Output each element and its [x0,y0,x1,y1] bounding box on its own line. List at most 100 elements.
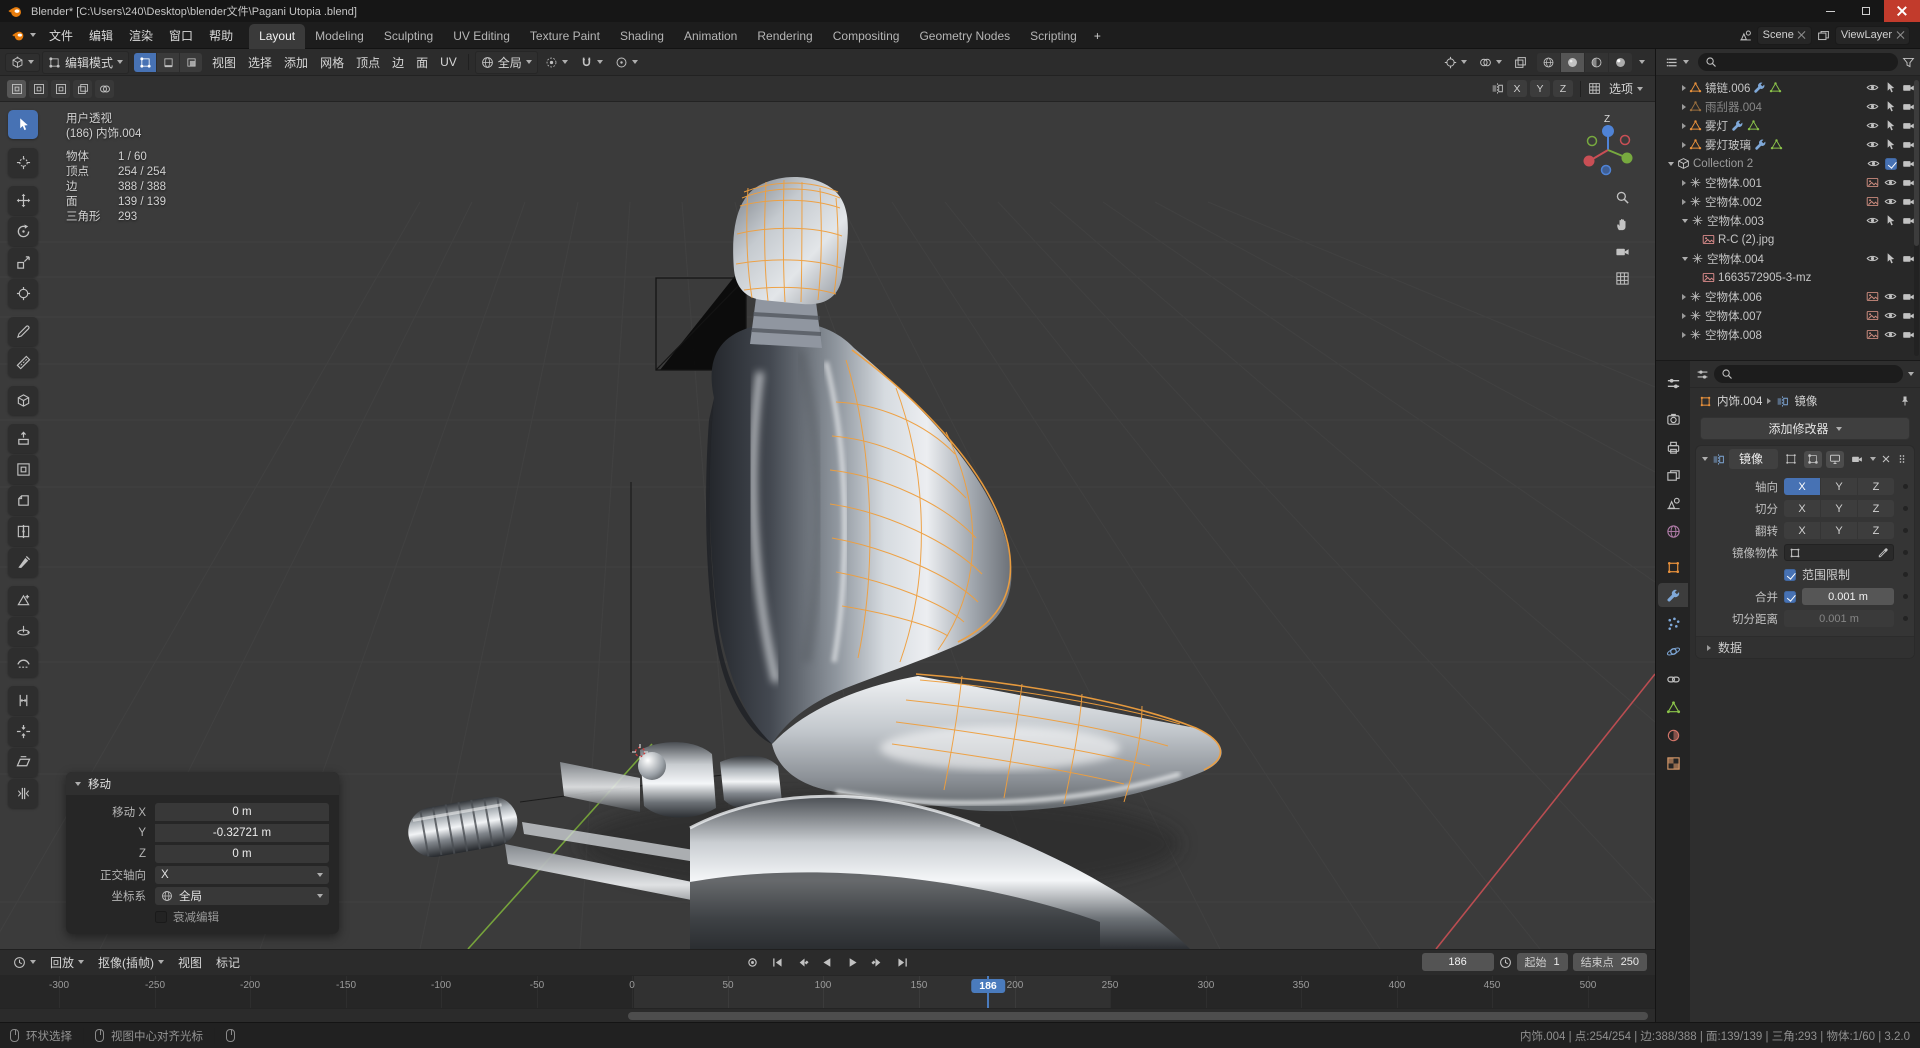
outliner-row[interactable]: 空物体.008 [1656,325,1920,344]
tab-render[interactable] [1658,407,1688,431]
menu-render[interactable]: 渲染 [121,24,161,47]
edit-mode-display-toggle[interactable] [1804,450,1822,468]
eye-icon[interactable] [1884,328,1897,341]
camera-view-icon[interactable] [1615,244,1630,259]
menu-edge[interactable]: 边 [387,52,409,73]
shading-rendered-button[interactable] [1609,52,1632,72]
tool-measure[interactable] [8,348,38,377]
bisect-z-toggle[interactable]: Z [1858,500,1894,517]
falloff-checkbox[interactable] [155,911,167,923]
ortho-grid-icon[interactable] [1615,271,1630,286]
play-button[interactable] [842,953,864,972]
mirror-z-toggle[interactable]: Z [1552,80,1573,97]
editor-type-button[interactable] [5,52,40,72]
xray-toggle[interactable] [1509,54,1532,71]
tab-compositing[interactable]: Compositing [823,24,910,49]
shading-wireframe-button[interactable] [1537,52,1560,72]
tab-view-layer[interactable] [1658,463,1688,487]
expand-icon[interactable] [1682,312,1686,319]
close-button[interactable] [1884,0,1920,22]
tab-scene[interactable] [1658,491,1688,515]
auto-key-clock-icon[interactable] [1499,956,1512,969]
tab-rendering[interactable]: Rendering [747,24,822,49]
tab-modeling[interactable]: Modeling [305,24,374,49]
scene-selector[interactable]: Scene [1756,25,1812,45]
tab-uv-editing[interactable]: UV Editing [443,24,520,49]
menu-vertex[interactable]: 顶点 [351,52,385,73]
minimize-button[interactable] [1812,0,1848,22]
keying-menu[interactable]: 抠像(插帧) [93,952,169,973]
eyedropper-icon[interactable] [1877,547,1889,559]
breadcrumb-object[interactable]: 内饰.004 [1717,393,1762,409]
outliner-row[interactable]: 空物体.003 [1656,211,1920,230]
eye-icon[interactable] [1866,119,1879,132]
decorator-dot[interactable] [1903,528,1908,533]
menu-uv[interactable]: UV [435,53,462,71]
shading-options-dropdown[interactable] [1634,58,1650,66]
add-modifier-button[interactable]: 添加修改器 [1700,417,1910,440]
prev-keyframe-button[interactable] [792,953,814,972]
tab-modifiers[interactable] [1658,583,1688,607]
selectable-icon[interactable] [1884,100,1897,113]
navigation-gizmo[interactable]: Z [1573,110,1643,180]
tab-shading[interactable]: Shading [610,24,674,49]
tab-world[interactable] [1658,519,1688,543]
timeline-scrollbar[interactable] [0,1008,1655,1022]
tab-tool[interactable] [1658,371,1688,395]
outliner-row-image[interactable]: R-C (2).jpg [1656,230,1920,249]
timeline-editor-type-button[interactable] [8,954,41,971]
playback-menu[interactable]: 回放 [45,952,89,973]
outliner-row[interactable]: 空物体.006 [1656,287,1920,306]
options-dropdown[interactable]: 选项 [1604,78,1648,99]
unlink-viewlayer-icon[interactable] [1896,31,1904,39]
delete-modifier-icon[interactable] [1880,453,1892,465]
add-workspace-button[interactable]: + [1087,24,1108,49]
playhead-frame-badge[interactable]: 186 [971,978,1005,993]
modifier-extras-icon[interactable] [1870,457,1876,461]
jump-to-end-button[interactable] [892,953,914,972]
axis-y-toggle[interactable]: Y [1821,478,1857,495]
collapse-icon[interactable] [1702,457,1708,461]
select-new-button[interactable] [7,79,26,98]
exclude-icon[interactable] [1867,157,1880,170]
maximize-button[interactable] [1848,0,1884,22]
show-overlays-dropdown[interactable] [1474,54,1507,71]
jump-to-start-button[interactable] [767,953,789,972]
tool-rotate[interactable] [8,217,38,246]
outliner-search-input[interactable] [1698,53,1898,71]
vertex-select-button[interactable] [134,52,157,72]
menu-select[interactable]: 选择 [243,52,277,73]
tab-particles[interactable] [1658,611,1688,635]
frame-end-field[interactable]: 结束点 250 [1572,953,1647,972]
tool-knife[interactable] [8,548,38,577]
collection-checkbox[interactable] [1885,157,1897,170]
tab-material[interactable] [1658,723,1688,747]
eye-icon[interactable] [1884,195,1897,208]
filter-funnel-icon[interactable] [1902,56,1915,69]
selectable-icon[interactable] [1884,81,1897,94]
outliner-row[interactable]: 空物体.007 [1656,306,1920,325]
unlink-scene-icon[interactable] [1798,31,1806,39]
menu-file[interactable]: 文件 [41,24,81,47]
tool-select-box[interactable] [8,110,38,139]
tab-constraints[interactable] [1658,667,1688,691]
move-x-field[interactable]: 0 m [155,802,329,821]
expand-icon[interactable] [1682,198,1686,205]
viewlayer-selector[interactable]: ViewLayer [1834,25,1910,45]
expand-icon[interactable] [1682,141,1686,148]
tab-animation[interactable]: Animation [674,24,747,49]
render-display-toggle[interactable] [1848,451,1866,468]
expand-icon[interactable] [1682,331,1686,338]
menu-window[interactable]: 窗口 [161,24,201,47]
tab-sculpting[interactable]: Sculpting [374,24,443,49]
mirror-y-toggle[interactable]: Y [1529,80,1550,97]
outliner-row[interactable]: 雾灯玻璃 [1656,135,1920,154]
tool-cursor[interactable] [8,148,38,177]
edge-select-button[interactable] [157,52,180,72]
tab-output[interactable] [1658,435,1688,459]
select-extend-button[interactable] [29,79,48,98]
merge-checkbox[interactable] [1784,590,1796,603]
flip-y-toggle[interactable]: Y [1821,522,1857,539]
decorator-dot[interactable] [1903,594,1908,599]
decorator-dot[interactable] [1903,484,1908,489]
